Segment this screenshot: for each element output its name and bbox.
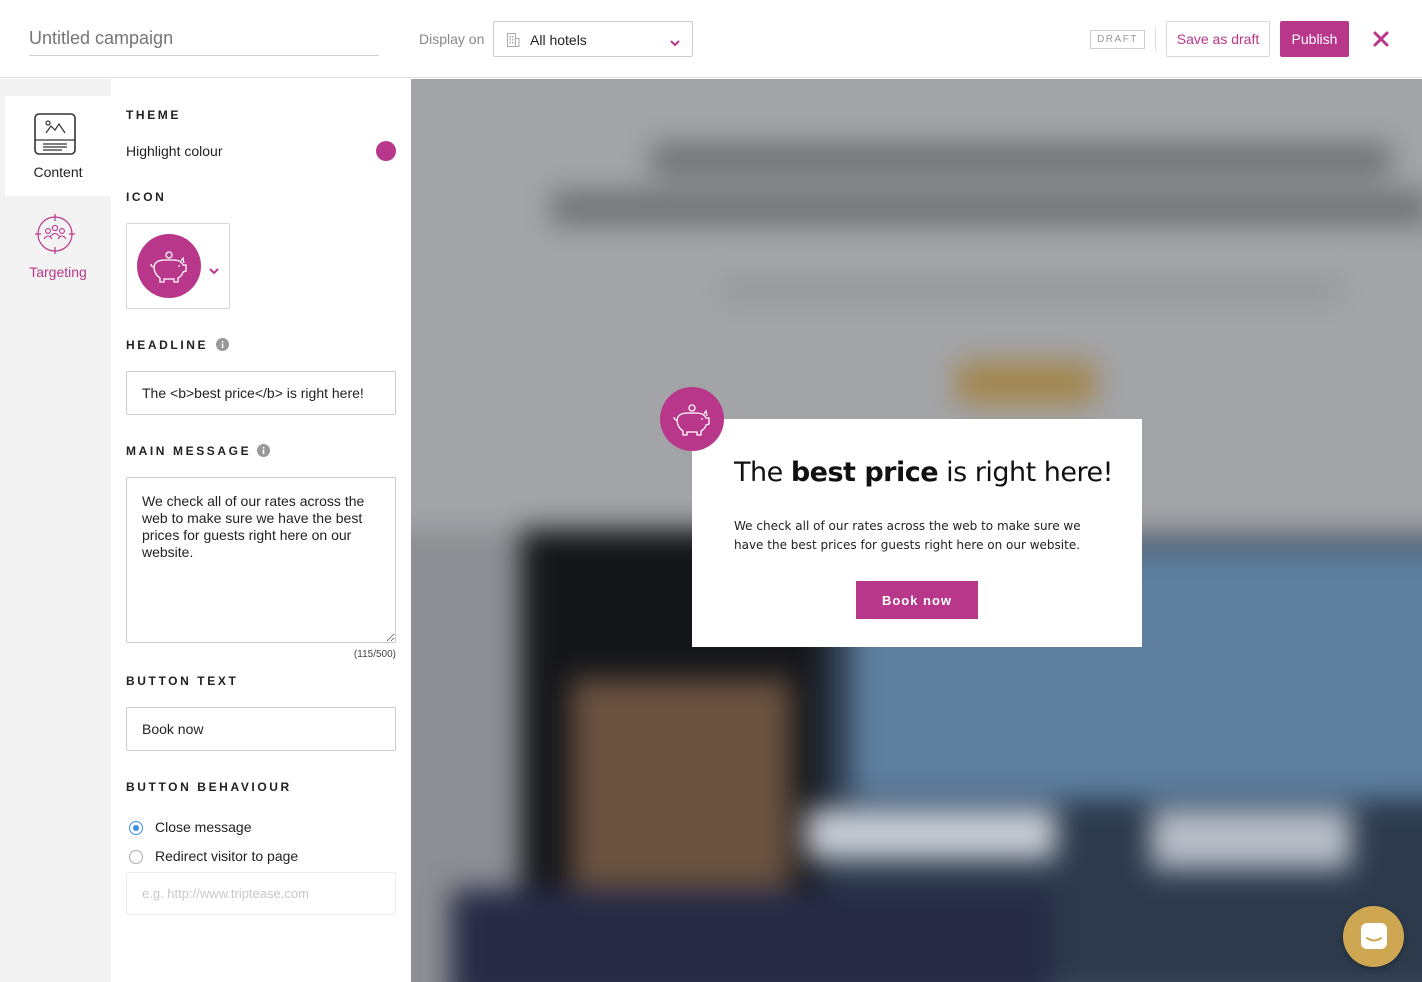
- display-on-label: Display on: [419, 31, 485, 47]
- piggy-bank-icon: [137, 234, 201, 298]
- highlight-colour-label: Highlight colour: [126, 143, 223, 159]
- divider: [1155, 27, 1156, 51]
- button-text-input[interactable]: [126, 707, 396, 751]
- close-message-radio[interactable]: [129, 821, 143, 835]
- icon-section-title: ICON: [126, 190, 167, 204]
- popup-message: We check all of our rates across the web…: [734, 519, 1081, 552]
- chat-icon: [1360, 922, 1388, 955]
- icon-picker[interactable]: [126, 223, 230, 309]
- headline-input[interactable]: [126, 371, 396, 415]
- message-preview-popup: The best price is right here! We check a…: [692, 419, 1142, 647]
- main-message-textarea[interactable]: We check all of our rates across the web…: [126, 477, 396, 643]
- nav-content-label: Content: [33, 164, 83, 180]
- save-as-draft-button[interactable]: Save as draft: [1166, 21, 1270, 57]
- nav-item-targeting[interactable]: Targeting: [5, 196, 111, 296]
- status-badge: DRAFT: [1090, 30, 1145, 49]
- book-now-button[interactable]: Book now: [856, 581, 978, 619]
- piggy-bank-icon: [660, 387, 724, 451]
- nav-item-content[interactable]: Content: [5, 96, 111, 196]
- close-message-label[interactable]: Close message: [155, 819, 252, 835]
- redirect-url-input[interactable]: [126, 872, 396, 915]
- chat-launcher-button[interactable]: [1343, 906, 1404, 967]
- close-icon[interactable]: [1370, 28, 1392, 50]
- redirect-visitor-radio[interactable]: [129, 850, 143, 864]
- highlight-colour-swatch[interactable]: [376, 141, 396, 161]
- main-message-section-title: MAIN MESSAGE: [126, 444, 252, 458]
- building-icon: [506, 32, 520, 53]
- chevron-down-icon: [670, 34, 680, 52]
- popup-headline: The best price is right here!: [734, 457, 1113, 488]
- target-audience-icon: [35, 214, 77, 261]
- campaign-name-input[interactable]: [29, 22, 379, 56]
- content-icon: [34, 113, 76, 160]
- nav-targeting-label: Targeting: [29, 264, 87, 280]
- preview-area: The best price is right here! We check a…: [411, 79, 1422, 982]
- character-counter: (115/500): [353, 649, 396, 660]
- hotel-select[interactable]: All hotels: [493, 21, 693, 57]
- info-icon[interactable]: [257, 444, 270, 462]
- hotel-select-value: All hotels: [530, 32, 587, 48]
- headline-section-title: HEADLINE: [126, 338, 209, 352]
- chevron-down-icon: [209, 262, 219, 280]
- button-text-section-title: BUTTON TEXT: [126, 674, 239, 688]
- theme-section-title: THEME: [126, 108, 181, 122]
- button-behaviour-section-title: BUTTON BEHAVIOUR: [126, 780, 292, 794]
- redirect-visitor-label[interactable]: Redirect visitor to page: [155, 848, 298, 864]
- info-icon[interactable]: [216, 338, 229, 356]
- top-bar: Display on All hotels DRAFT Save as draf…: [0, 0, 1422, 78]
- publish-button[interactable]: Publish: [1280, 21, 1349, 57]
